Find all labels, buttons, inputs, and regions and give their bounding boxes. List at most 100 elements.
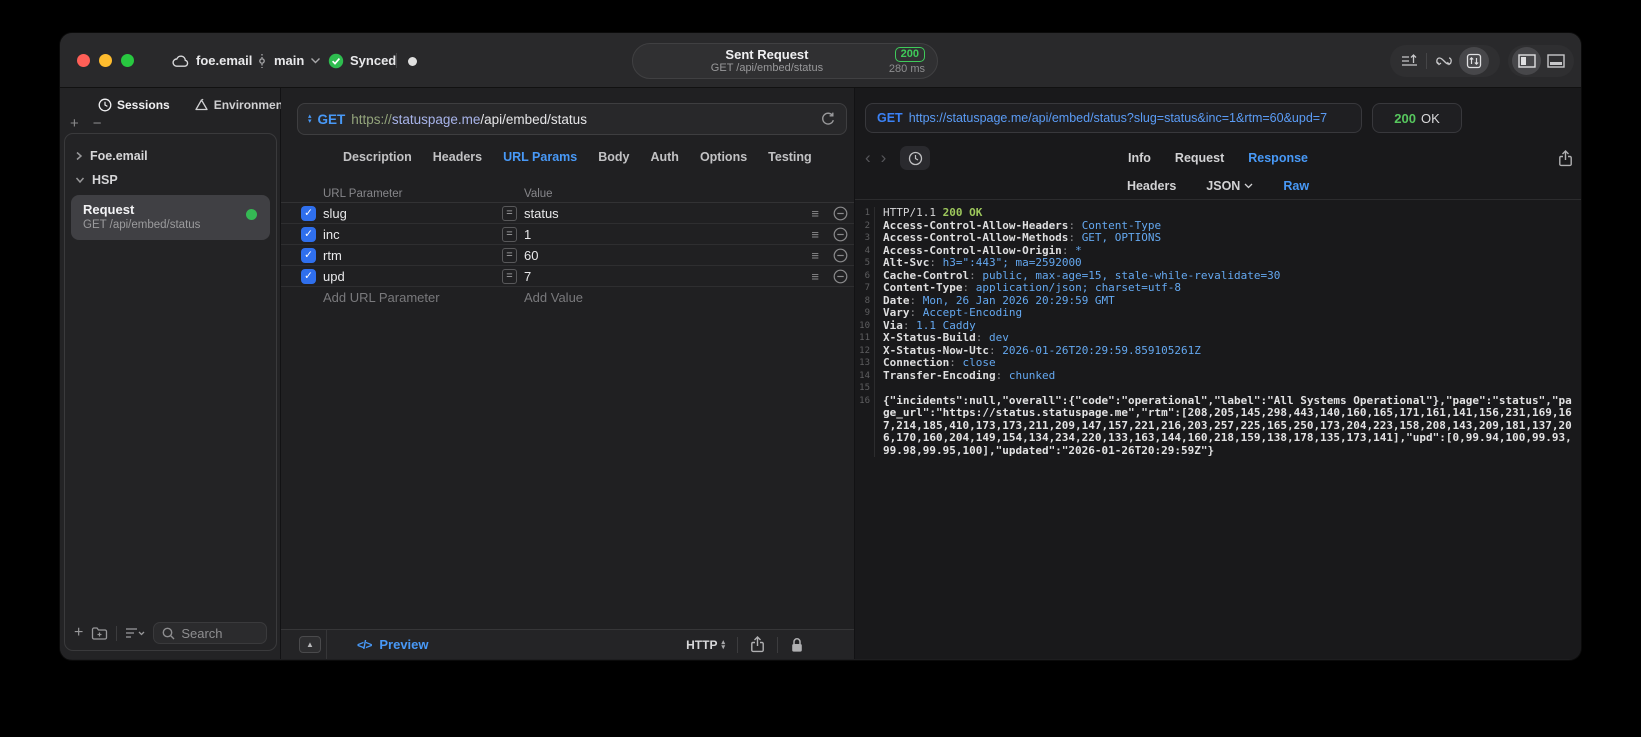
minimize-window-button[interactable]	[99, 54, 112, 67]
add-param-row[interactable]: Add URL Parameter Add Value	[281, 287, 854, 308]
request-list-item-selected[interactable]: Request GET /api/embed/status	[71, 195, 270, 240]
request-url-bar[interactable]: ▴ ▾ GET https://statuspage.me/api/embed/s…	[297, 103, 847, 135]
sort-filter-button[interactable]	[125, 627, 145, 639]
lock-icon[interactable]	[790, 637, 804, 653]
protocol-label: HTTP	[686, 637, 718, 652]
status-text: OK	[1420, 110, 1440, 126]
tab-auth[interactable]: Auth	[650, 150, 678, 164]
sent-request-url[interactable]: GET https://statuspage.me/api/embed/stat…	[865, 103, 1362, 133]
request-url-input[interactable]: https://statuspage.me/api/embed/status	[351, 112, 814, 127]
param-name-input[interactable]: slug	[323, 206, 502, 221]
activity-center[interactable]: Sent Request GET /api/embed/status 200 2…	[632, 43, 938, 79]
row-options-icon[interactable]: ≡	[811, 227, 819, 242]
request-item-title: Request	[83, 202, 135, 217]
sidebar: Sessions Environments + − Foe.email HSP …	[60, 88, 294, 659]
toolbar-group-actions	[1390, 45, 1500, 77]
param-checkbox[interactable]: ✓	[301, 205, 316, 221]
row-options-icon[interactable]: ≡	[811, 248, 819, 263]
param-value-input[interactable]: status	[524, 206, 811, 221]
row-options-icon[interactable]: ≡	[811, 206, 819, 221]
desktop-background: foe.email main Synced Sent Request GET /…	[0, 0, 1641, 737]
remove-row-icon[interactable]	[833, 269, 848, 284]
activity-title: Sent Request	[725, 47, 809, 62]
add-value-placeholder[interactable]: Add Value	[524, 290, 583, 305]
sync-status[interactable]: Synced	[328, 33, 396, 88]
param-name-input[interactable]: inc	[323, 227, 502, 242]
cloud-account[interactable]: foe.email	[172, 33, 252, 88]
share-icon[interactable]	[750, 636, 765, 653]
response-subtab-headers[interactable]: Headers	[1127, 179, 1176, 193]
branch-selector[interactable]: main	[256, 33, 321, 88]
param-row-upd[interactable]: ✓ upd = 7 ≡	[281, 266, 854, 287]
column-value: Value	[524, 188, 553, 200]
tab-environments[interactable]: Environments	[194, 98, 294, 112]
response-subtabs: Headers JSON Raw	[855, 173, 1581, 200]
param-value-input[interactable]: 1	[524, 227, 811, 242]
remove-row-icon[interactable]	[833, 206, 848, 221]
protocol-selector[interactable]: HTTP ▴ ▾	[686, 638, 725, 652]
sync-loop-icon	[1436, 57, 1452, 66]
sync-loop-button[interactable]	[1429, 47, 1459, 75]
account-label: foe.email	[196, 53, 253, 68]
layout-sidebar-icon	[1517, 54, 1536, 68]
add-url-parameter-placeholder[interactable]: Add URL Parameter	[323, 290, 524, 305]
remove-session-button[interactable]: −	[93, 116, 102, 131]
add-session-button[interactable]: +	[70, 116, 79, 131]
param-row-inc[interactable]: ✓ inc = 1 ≡	[281, 224, 854, 245]
chevron-down-icon	[75, 177, 85, 184]
param-name-input[interactable]: rtm	[323, 248, 502, 263]
collapse-panel-button[interactable]: ▲	[299, 636, 321, 653]
app-window: foe.email main Synced Sent Request GET /…	[60, 33, 1581, 660]
param-name-input[interactable]: upd	[323, 269, 502, 284]
param-row-slug[interactable]: ✓ slug = status ≡	[281, 203, 854, 224]
send-queue-button[interactable]	[1394, 47, 1424, 75]
zoom-window-button[interactable]	[121, 54, 134, 67]
row-options-icon[interactable]: ≡	[811, 269, 819, 284]
layout-bottom-icon	[1546, 54, 1565, 68]
param-value-input[interactable]: 7	[524, 269, 811, 284]
equals-icon: =	[502, 226, 517, 242]
remove-row-icon[interactable]	[833, 227, 848, 242]
tab-sessions[interactable]: Sessions	[98, 98, 170, 112]
send-queue-icon	[1401, 54, 1417, 66]
search-input[interactable]: Search	[153, 622, 267, 644]
response-subtab-json[interactable]: JSON	[1206, 179, 1253, 193]
tab-body[interactable]: Body	[598, 150, 629, 164]
new-request-button[interactable]: +	[74, 624, 83, 642]
tab-headers[interactable]: Headers	[433, 150, 482, 164]
tab-description[interactable]: Description	[343, 150, 412, 164]
method-stepper-icon[interactable]: ▴ ▾	[308, 113, 312, 125]
tree-item-label: Foe.email	[90, 149, 148, 163]
tree-item-hsp[interactable]: HSP	[65, 168, 276, 192]
tree-item-foe-email[interactable]: Foe.email	[65, 144, 276, 168]
activity-duration: 280 ms	[888, 63, 925, 75]
activity-subtitle: GET /api/embed/status	[710, 62, 824, 74]
new-folder-button[interactable]	[91, 626, 108, 640]
layout-sidebar-button[interactable]	[1512, 47, 1541, 75]
layout-bottom-button[interactable]	[1541, 47, 1570, 75]
remove-row-icon[interactable]	[833, 248, 848, 263]
tab-url-params[interactable]: URL Params	[503, 150, 577, 164]
sidebar-footer: + Search	[65, 616, 276, 650]
url-path: /api/embed/status	[480, 111, 587, 127]
params-table-header: URL Parameter Value	[281, 188, 854, 203]
close-window-button[interactable]	[77, 54, 90, 67]
param-checkbox[interactable]: ✓	[301, 268, 316, 284]
response-tab-info[interactable]: Info	[1128, 151, 1151, 165]
param-checkbox[interactable]: ✓	[301, 226, 316, 242]
response-subtab-raw[interactable]: Raw	[1283, 179, 1309, 193]
titlebar-separator	[396, 53, 397, 68]
tab-testing[interactable]: Testing	[768, 150, 812, 164]
response-tab-request[interactable]: Request	[1175, 151, 1224, 165]
response-tab-response[interactable]: Response	[1248, 151, 1308, 165]
response-raw-view[interactable]: 1 HTTP/1.1 200 OK 2 Access-Control-Allow-He…	[855, 200, 1581, 659]
refresh-icon[interactable]	[820, 111, 836, 127]
preview-toggle[interactable]: </> Preview	[357, 637, 429, 652]
tab-sessions-label: Sessions	[117, 98, 170, 112]
param-value-input[interactable]: 60	[524, 248, 811, 263]
tab-options[interactable]: Options	[700, 150, 747, 164]
request-method[interactable]: GET	[318, 112, 346, 127]
param-checkbox[interactable]: ✓	[301, 247, 316, 263]
request-response-panel-button[interactable]	[1459, 47, 1489, 75]
param-row-rtm[interactable]: ✓ rtm = 60 ≡	[281, 245, 854, 266]
